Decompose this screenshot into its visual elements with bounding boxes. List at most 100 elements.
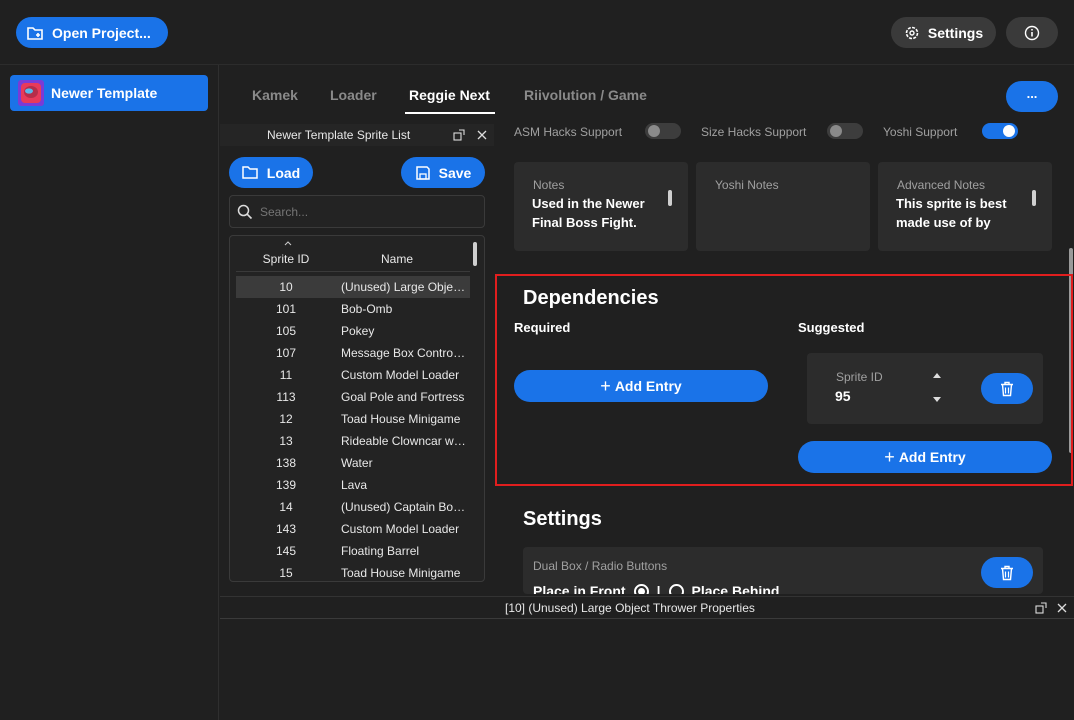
sprite-id-cell: 138 (275, 456, 297, 470)
folder-add-icon (26, 24, 44, 42)
advanced-notes-title: Advanced Notes (897, 178, 986, 192)
delete-dependency-button[interactable] (981, 373, 1033, 404)
size-hacks-label: Size Hacks Support (701, 125, 807, 139)
yoshi-support-toggle[interactable] (982, 123, 1018, 139)
sprite-id-cell: 13 (279, 434, 293, 448)
sprite-name-cell: Message Box Controller (341, 346, 466, 360)
notes-card[interactable]: Notes Used in the Newer Final Boss Fight… (514, 162, 688, 251)
save-button[interactable]: Save (401, 157, 485, 188)
chevron-up-icon[interactable] (933, 372, 941, 378)
more-options-button[interactable]: ... (1006, 81, 1058, 112)
close-icon[interactable] (476, 129, 488, 141)
dependencies-title: Dependencies (523, 287, 659, 309)
sprite-name-cell: Goal Pole and Fortress (341, 390, 465, 404)
properties-title: [10] (Unused) Large Object Thrower Prope… (505, 601, 755, 615)
more-label: ... (1026, 86, 1038, 101)
table-row[interactable]: 10 (Unused) Large Object Thrower (236, 276, 470, 298)
sprite-id-label: Sprite ID (836, 370, 883, 384)
sprite-name-cell: Pokey (341, 324, 375, 338)
yoshi-notes-card[interactable]: Yoshi Notes (696, 162, 870, 251)
tab-reggie-next[interactable]: Reggie Next (409, 87, 490, 103)
sprite-id-cell: 139 (275, 478, 297, 492)
sprite-list-title: Newer Template Sprite List (267, 128, 411, 142)
open-project-button[interactable]: Open Project... (16, 17, 168, 48)
trash-icon (1000, 565, 1014, 581)
add-entry-label: Add Entry (614, 378, 682, 394)
add-entry-label: Add Entry (898, 449, 966, 465)
table-row[interactable]: 145 Floating Barrel (236, 540, 470, 562)
delete-setting-button[interactable] (981, 557, 1033, 588)
sprite-id-cell: 11 (279, 368, 293, 382)
undock-icon[interactable] (453, 129, 465, 141)
tab-kamek[interactable]: Kamek (252, 87, 298, 103)
table-row[interactable]: 14 (Unused) Captain Bowser (236, 496, 470, 518)
search-input[interactable] (260, 203, 470, 221)
undock-icon[interactable] (1035, 602, 1047, 614)
sprite-table: Sprite ID Name 10 (Unused) Large Object T… (229, 235, 485, 582)
sprite-search-box[interactable] (229, 195, 485, 228)
project-avatar-icon (18, 80, 44, 106)
asm-hacks-toggle[interactable] (645, 123, 681, 139)
close-icon[interactable] (1056, 602, 1068, 614)
chevron-down-icon[interactable] (933, 397, 941, 403)
trash-icon (1000, 381, 1014, 397)
table-row[interactable]: 101 Bob-Omb (236, 298, 470, 320)
sprite-name-cell: Toad House Minigame (341, 412, 461, 426)
table-row[interactable]: 11 Custom Model Loader (236, 364, 470, 386)
table-row[interactable]: 138 Water (236, 452, 470, 474)
column-header-name[interactable]: Name (336, 252, 458, 266)
required-label: Required (514, 320, 571, 335)
info-button[interactable] (1006, 17, 1058, 48)
sprite-id-cell: 143 (275, 522, 297, 536)
load-button[interactable]: Load (229, 157, 313, 188)
size-hacks-toggle[interactable] (827, 123, 863, 139)
load-label: Load (266, 164, 301, 181)
radio-group: Place in Front | Place Behind (533, 583, 779, 594)
sprite-id-cell: 101 (275, 302, 297, 316)
table-row[interactable]: 105 Pokey (236, 320, 470, 342)
info-icon (1024, 25, 1040, 41)
required-add-entry-button[interactable]: + Add Entry (514, 370, 768, 402)
table-row[interactable]: 143 Custom Model Loader (236, 518, 470, 540)
table-row[interactable]: 107 Message Box Controller (236, 342, 470, 364)
open-project-label: Open Project... (52, 24, 151, 41)
sprite-name-cell: Bob-Omb (341, 302, 393, 316)
suggested-entry-card: Sprite ID 95 (807, 353, 1043, 424)
plus-icon: + (884, 447, 895, 467)
sprite-id-cell: 107 (275, 346, 297, 360)
column-header-sprite-id[interactable]: Sprite ID (236, 252, 336, 266)
tab-loader[interactable]: Loader (330, 87, 377, 103)
project-name: Newer Template (51, 85, 158, 101)
project-item-newer-template[interactable]: Newer Template (10, 75, 208, 111)
settings-button[interactable]: Settings (891, 17, 996, 48)
advanced-notes-scrollbar[interactable] (1032, 190, 1036, 206)
notes-title: Notes (533, 178, 565, 192)
sprite-name-cell: Toad House Minigame (341, 566, 461, 580)
notes-scrollbar[interactable] (668, 190, 672, 206)
list-scrollbar[interactable] (473, 242, 477, 266)
table-row[interactable]: 13 Rideable Clowncar with (236, 430, 470, 452)
table-row[interactable]: 113 Goal Pole and Fortress (236, 386, 470, 408)
yoshi-notes-text[interactable] (714, 194, 850, 236)
sprite-name-cell: Lava (341, 478, 368, 492)
gear-icon (904, 25, 920, 41)
suggested-add-entry-button[interactable]: + Add Entry (798, 441, 1052, 473)
sprite-id-value[interactable]: 95 (835, 388, 851, 404)
sprite-name-cell: Custom Model Loader (341, 368, 460, 382)
sort-asc-icon[interactable] (284, 241, 292, 246)
suggested-label: Suggested (798, 320, 865, 335)
table-row[interactable]: 139 Lava (236, 474, 470, 496)
table-row[interactable]: 15 Toad House Minigame (236, 562, 470, 581)
sprite-name-cell: Custom Model Loader (341, 522, 460, 536)
setting-label: Dual Box / Radio Buttons (533, 559, 668, 573)
tab-riivolution-game[interactable]: Riivolution / Game (524, 87, 647, 103)
advanced-notes-text[interactable]: This sprite is best made use of by (896, 194, 1032, 236)
floppy-icon (415, 165, 431, 181)
sprite-id-cell: 10 (279, 280, 293, 294)
radio-front[interactable] (633, 583, 649, 594)
radio-separator: | (656, 583, 661, 594)
advanced-notes-card[interactable]: Advanced Notes This sprite is best made … (878, 162, 1052, 251)
notes-text[interactable]: Used in the Newer Final Boss Fight. (532, 194, 668, 236)
radio-behind[interactable] (668, 583, 684, 594)
table-row[interactable]: 12 Toad House Minigame (236, 408, 470, 430)
